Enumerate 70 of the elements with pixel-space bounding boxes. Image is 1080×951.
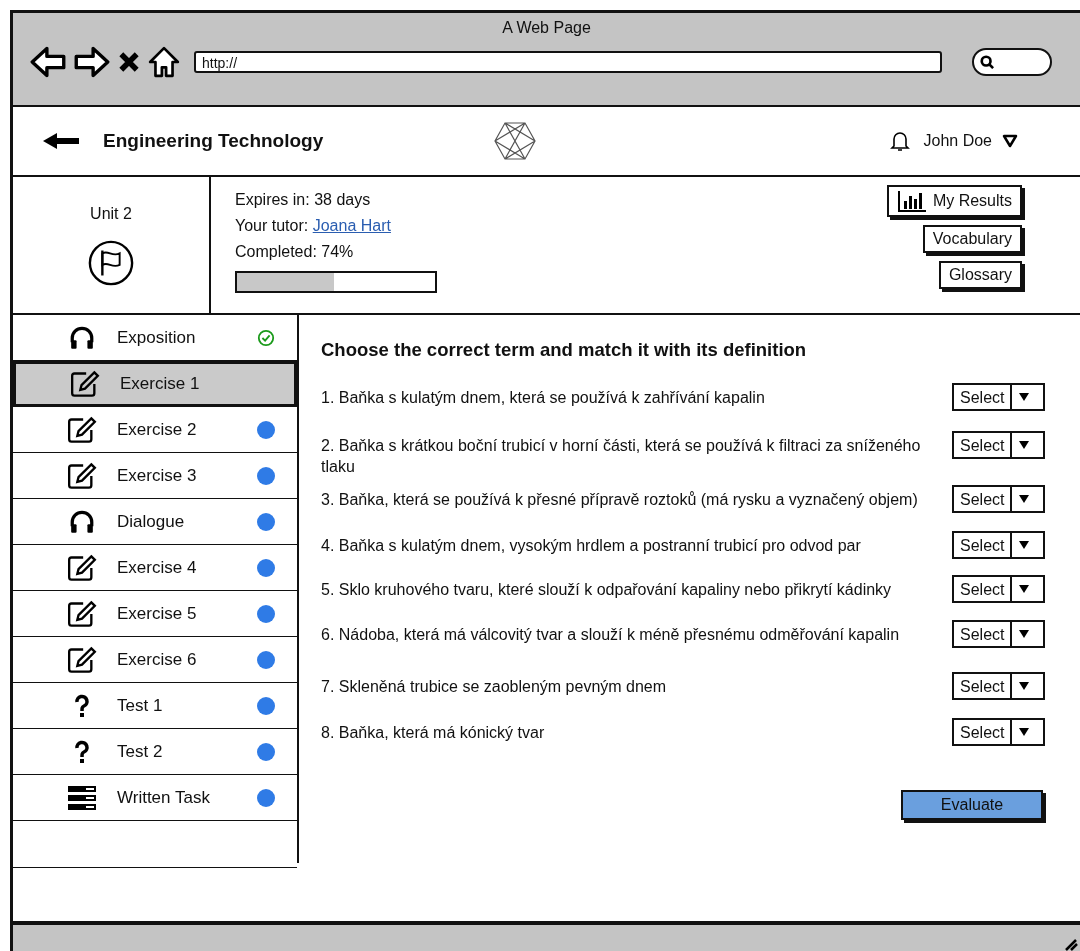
action-button[interactable]: Vocabulary: [922, 225, 1022, 253]
window-title: A Web Page: [501, 19, 592, 38]
close-icon[interactable]: [118, 51, 140, 73]
nav-item[interactable]: Exercise 6: [13, 637, 297, 683]
caret-icon: [1018, 494, 1031, 504]
answer-dropdown[interactable]: Select: [952, 485, 1045, 513]
nav-item[interactable]: Exercise 3: [13, 453, 297, 499]
question-text: 5. Sklo kruhového tvaru, které slouží k odpařování kapaliny nebo přikrytí kádinky: [321, 580, 893, 600]
bar-chart-icon: [896, 190, 927, 212]
action-button[interactable]: My Results: [886, 185, 1022, 217]
dropdown-caret-icon[interactable]: [1002, 134, 1018, 148]
flag-icon: [87, 239, 135, 287]
edit-icon: [66, 645, 98, 674]
nav-item[interactable]: Exercise 5: [13, 591, 297, 637]
home-icon[interactable]: [148, 45, 180, 79]
nav-item[interactable]: Written Task: [13, 775, 297, 821]
course-title: Engineering Technology: [103, 130, 325, 152]
question-text: 2. Baňka s krátkou boční trubicí v horní části, která se používá k filtraci za sníženého tlaku: [321, 436, 922, 477]
search-field[interactable]: [972, 48, 1052, 76]
edit-icon: [69, 370, 101, 398]
caret-icon: [1018, 440, 1031, 450]
question-text: 7. Skleněná trubice se zaobleným pevným dnem: [321, 677, 668, 697]
answer-dropdown[interactable]: Select: [952, 718, 1045, 746]
nav-item[interactable]: Dialogue: [13, 499, 297, 545]
list-icon: [66, 784, 98, 811]
question-text: 1. Baňka s kulatým dnem, která se používá k zahřívání kapalin: [321, 388, 766, 408]
completion-text: Completed: 74%: [235, 243, 355, 262]
question-text: 4. Baňka s kulatým dnem, vysokým hrdlem a postranní trubicí pro odvod par: [321, 536, 862, 556]
edit-icon: [66, 415, 98, 444]
nav-item[interactable]: Test 2: [13, 729, 297, 775]
question-text: 8. Baňka, která má kónický tvar: [321, 723, 546, 743]
bell-icon[interactable]: [889, 130, 910, 152]
exercise-heading: Choose the correct term and match it with its definition: [321, 339, 808, 361]
hexagon-logo-icon: [493, 121, 537, 161]
edit-icon: [66, 599, 98, 628]
user-name[interactable]: John Doe: [923, 132, 992, 150]
edit-icon: [66, 461, 98, 490]
nav-item[interactable]: Exercise 2: [13, 407, 297, 453]
resize-grip-icon: [1065, 939, 1078, 951]
nav-item[interactable]: Exercise 1: [13, 361, 297, 407]
question-text: 6. Nádoba, která má válcovitý tvar a slouží k méně přesnému odměřování kapalin: [321, 625, 901, 645]
question-icon: [74, 693, 90, 718]
question-icon: [74, 739, 90, 764]
question-text: 3. Baňka, která se používá k přesné přípravě roztoků (má rysku a vyznačený objem): [321, 490, 919, 510]
caret-icon: [1018, 629, 1031, 639]
expiry-text: Expires in: 38 days: [235, 191, 372, 210]
caret-icon: [1018, 727, 1031, 737]
edit-icon: [66, 553, 98, 582]
back-icon[interactable]: [30, 46, 66, 78]
nav-item[interactable]: Exercise 4: [13, 545, 297, 591]
forward-icon[interactable]: [74, 46, 110, 78]
answer-dropdown[interactable]: Select: [952, 672, 1045, 700]
search-icon: [980, 55, 994, 69]
caret-icon: [1018, 681, 1031, 691]
tutor-link[interactable]: Joana Hart: [312, 217, 391, 234]
url-field[interactable]: http://: [194, 51, 942, 73]
answer-dropdown[interactable]: Select: [952, 620, 1045, 648]
answer-dropdown[interactable]: Select: [952, 531, 1045, 559]
answer-dropdown[interactable]: Select: [952, 383, 1045, 411]
answer-dropdown[interactable]: Select: [952, 575, 1045, 603]
nav-item[interactable]: Test 1: [13, 683, 297, 729]
back-arrow-icon[interactable]: [41, 131, 81, 151]
evaluate-button[interactable]: Evaluate: [901, 790, 1043, 820]
tutor-text: Your tutor: Joana Hart: [235, 217, 392, 236]
unit-label: Unit 2: [90, 205, 132, 223]
caret-icon: [1018, 540, 1031, 550]
caret-icon: [1018, 392, 1031, 402]
caret-icon: [1018, 584, 1031, 594]
action-button[interactable]: Glossary: [938, 261, 1022, 289]
answer-dropdown[interactable]: Select: [952, 431, 1045, 459]
